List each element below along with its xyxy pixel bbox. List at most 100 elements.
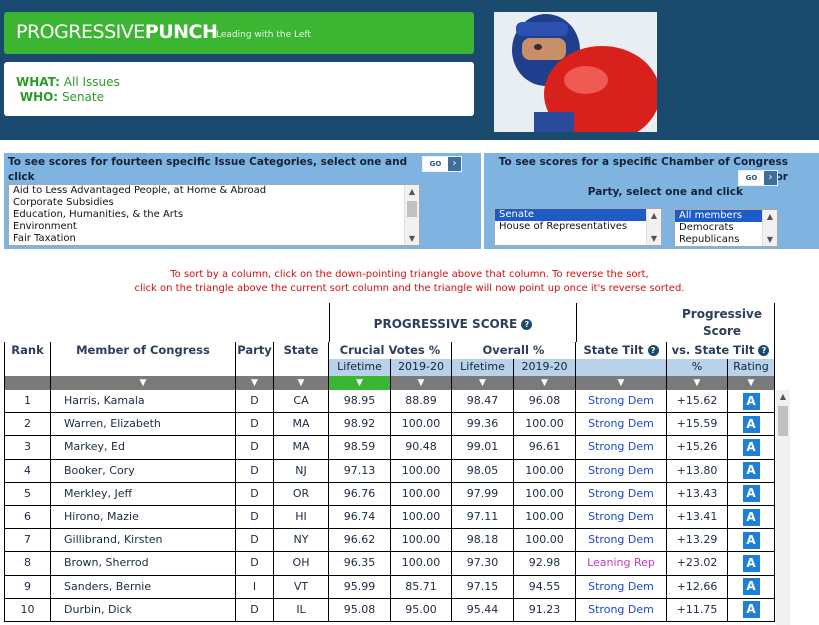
sort-party-button[interactable]: ▼ <box>236 376 274 390</box>
party-list-scrollbar[interactable]: ▲ ▼ <box>762 210 777 246</box>
sort-down-icon[interactable]: ▼ <box>251 378 258 388</box>
rank-cell: 5 <box>4 482 51 506</box>
site-header: PROGRESSIVEPUNCH Leading with the Left W… <box>0 0 819 140</box>
sort-rank-button[interactable] <box>4 376 51 390</box>
page-scrollbar[interactable]: ▲ <box>776 390 790 625</box>
sort-overall-lifetime-button[interactable]: ▼ <box>452 376 514 390</box>
overall-2019-20-cell: 100.00 <box>514 529 576 553</box>
scroll-up-icon[interactable]: ▲ <box>405 185 419 198</box>
state-cell: CA <box>274 390 329 414</box>
state-tilt-cell[interactable]: Strong Dem <box>576 436 667 460</box>
state-tilt-cell[interactable]: Strong Dem <box>576 459 667 483</box>
member-name[interactable]: Warren, Elizabeth <box>51 413 236 437</box>
rating-badge[interactable]: A <box>742 392 760 410</box>
sort-rating-button[interactable]: ▼ <box>728 376 775 390</box>
state-tilt-cell[interactable]: Strong Dem <box>576 482 667 506</box>
site-logo[interactable]: PROGRESSIVEPUNCH Leading with the Left <box>4 12 474 54</box>
crucial-2019-20-cell: 90.48 <box>391 436 452 460</box>
member-name[interactable]: Gillibrand, Kirsten <box>51 529 236 553</box>
overall-2019-20-cell: 100.00 <box>514 506 576 530</box>
state-tilt-cell[interactable]: Strong Dem <box>576 506 667 530</box>
help-icon[interactable]: ? <box>647 345 659 356</box>
rating-badge[interactable]: A <box>742 554 760 572</box>
issue-option[interactable]: Education, Humanities, & the Arts <box>9 209 419 221</box>
member-name[interactable]: Merkley, Jeff <box>51 482 236 506</box>
sort-down-icon[interactable]: ▼ <box>694 378 701 388</box>
party-cell: D <box>236 390 274 414</box>
party-option-all[interactable]: All members <box>675 210 763 222</box>
member-name[interactable]: Sanders, Bernie <box>51 575 236 599</box>
member-name[interactable]: Brown, Sherrod <box>51 552 236 576</box>
sort-crucial-2019-20-button[interactable]: ▼ <box>391 376 452 390</box>
scroll-down-icon[interactable]: ▼ <box>405 232 419 245</box>
sort-down-icon[interactable]: ▼ <box>418 378 425 388</box>
sort-down-icon[interactable]: ▼ <box>298 378 305 388</box>
member-name[interactable]: Markey, Ed <box>51 436 236 460</box>
scroll-down-icon[interactable]: ▼ <box>763 233 777 246</box>
member-name[interactable]: Harris, Kamala <box>51 390 236 414</box>
crucial-lifetime-cell: 95.99 <box>329 575 391 599</box>
scroll-down-icon[interactable]: ▼ <box>647 232 661 245</box>
subcol-blank <box>274 359 329 376</box>
rating-badge[interactable]: A <box>742 415 760 433</box>
scroll-up-icon[interactable]: ▲ <box>647 209 661 222</box>
issue-list-scrollbar[interactable]: ▲ ▼ <box>404 185 419 245</box>
scrollbar-thumb[interactable] <box>407 201 417 217</box>
state-tilt-cell[interactable]: Strong Dem <box>576 413 667 437</box>
scroll-up-icon[interactable]: ▲ <box>776 390 790 404</box>
issue-option[interactable]: Aid to Less Advantaged People, at Home &… <box>9 185 419 197</box>
chamber-option-house[interactable]: House of Representatives <box>495 221 661 233</box>
issue-option[interactable]: Environment <box>9 221 419 233</box>
state-tilt-cell[interactable]: Strong Dem <box>576 575 667 599</box>
col-state: State <box>274 342 329 359</box>
sort-down-icon[interactable]: ▼ <box>479 378 486 388</box>
sort-down-icon[interactable]: ▼ <box>541 378 548 388</box>
overall-lifetime-cell: 97.11 <box>452 506 514 530</box>
issue-go-button[interactable]: GO › <box>422 156 462 172</box>
sort-member-button[interactable]: ▼ <box>51 376 236 390</box>
member-name[interactable]: Hirono, Mazie <box>51 506 236 530</box>
sort-down-icon[interactable]: ▼ <box>140 378 147 388</box>
rating-cell: A <box>728 390 775 414</box>
sort-crucial-lifetime-button[interactable]: ▼ <box>329 376 391 390</box>
chamber-list[interactable]: Senate House of Representatives ▲ ▼ <box>494 208 662 246</box>
state-tilt-cell[interactable]: Strong Dem <box>576 390 667 414</box>
rating-badge[interactable]: A <box>742 462 760 480</box>
member-name[interactable]: Durbin, Dick <box>51 598 236 622</box>
issue-option[interactable]: Corporate Subsidies <box>9 197 419 209</box>
member-name[interactable]: Booker, Cory <box>51 459 236 483</box>
rating-badge[interactable]: A <box>742 601 760 619</box>
subcol-pct: % <box>667 359 728 376</box>
state-tilt-cell[interactable]: Leaning Rep <box>576 552 667 576</box>
help-icon[interactable]: ? <box>521 319 533 330</box>
issue-category-list[interactable]: Aid to Less Advantaged People, at Home &… <box>8 184 420 246</box>
vs-tilt-cell: +13.29 <box>667 529 728 553</box>
logo-wordmark: PROGRESSIVEPUNCH <box>16 21 218 43</box>
sort-down-icon[interactable]: ▼ <box>356 378 363 388</box>
sort-vs-tilt-button[interactable]: ▼ <box>667 376 728 390</box>
rating-badge[interactable]: A <box>742 531 760 549</box>
sort-down-icon[interactable]: ▼ <box>748 378 755 388</box>
vs-tilt-cell: +13.43 <box>667 482 728 506</box>
overall-lifetime-cell: 99.36 <box>452 413 514 437</box>
sort-state-tilt-button[interactable]: ▼ <box>576 376 667 390</box>
rating-badge[interactable]: A <box>742 485 760 503</box>
chamber-party-panel: To see scores for a specific Chamber of … <box>484 153 819 249</box>
chamber-list-scrollbar[interactable]: ▲ ▼ <box>646 209 661 245</box>
state-tilt-cell[interactable]: Strong Dem <box>576 529 667 553</box>
sort-down-icon[interactable]: ▼ <box>618 378 625 388</box>
scrollbar-thumb[interactable] <box>778 406 788 436</box>
party-list[interactable]: All members Democrats Republicans ▲ ▼ <box>674 209 778 247</box>
rating-badge[interactable]: A <box>742 508 760 526</box>
sort-instructions: To sort by a column, click on the down-p… <box>134 269 685 294</box>
help-icon[interactable]: ? <box>758 345 770 356</box>
issue-option[interactable]: Fair Taxation <box>9 233 419 245</box>
chamber-go-button[interactable]: GO › <box>738 170 778 186</box>
state-tilt-cell[interactable]: Strong Dem <box>576 598 667 622</box>
sort-state-button[interactable]: ▼ <box>274 376 329 390</box>
scroll-up-icon[interactable]: ▲ <box>763 210 777 223</box>
sort-overall-2019-20-button[interactable]: ▼ <box>514 376 576 390</box>
rating-badge[interactable]: A <box>742 438 760 456</box>
rating-badge[interactable]: A <box>742 578 760 596</box>
chamber-option-senate[interactable]: Senate <box>495 209 647 221</box>
